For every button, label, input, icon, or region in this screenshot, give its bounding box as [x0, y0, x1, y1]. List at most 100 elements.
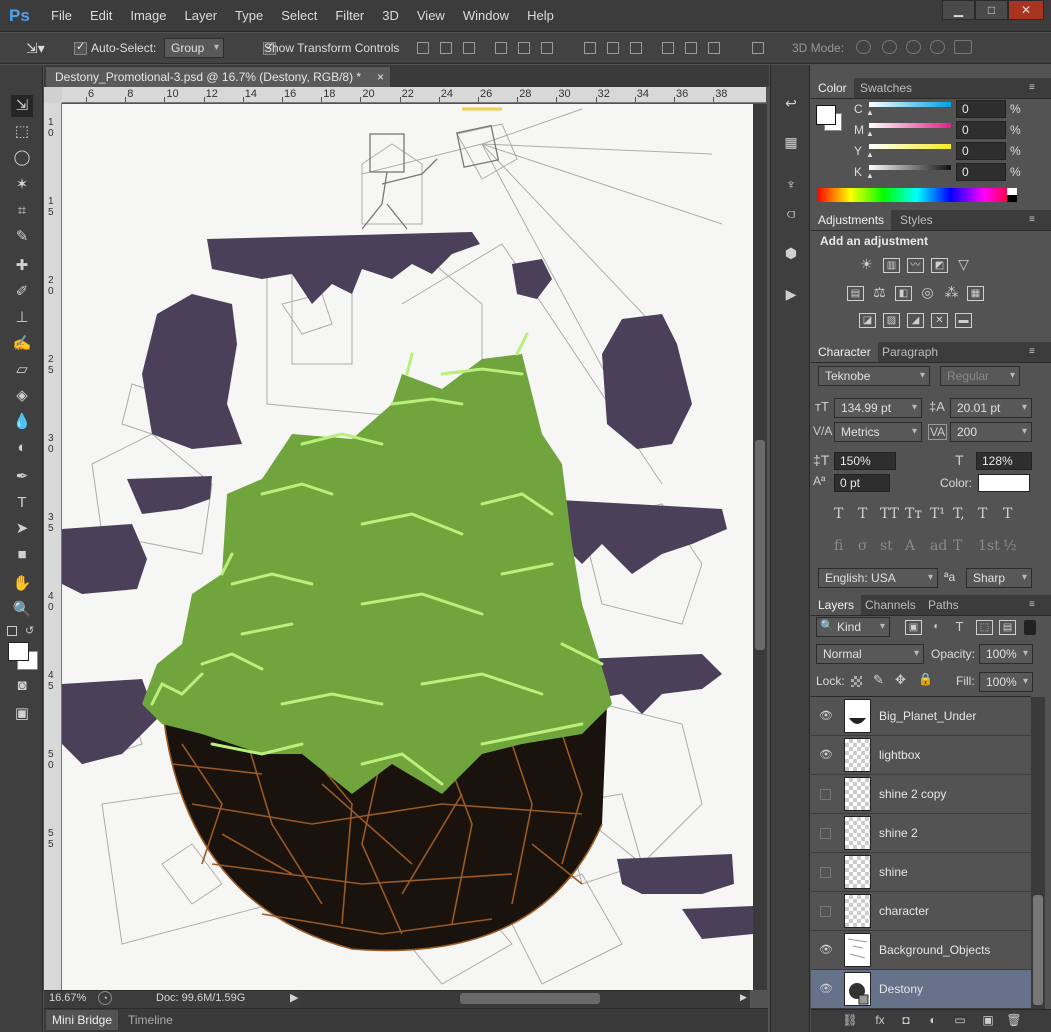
clone-stamp-tool-icon[interactable]: ⊥ — [11, 307, 33, 329]
lock-transparent-icon[interactable] — [851, 676, 862, 687]
type-style-button-4[interactable]: T¹ — [930, 506, 945, 522]
3d-roll-icon[interactable] — [882, 40, 897, 54]
selective-color-icon[interactable]: ✕ — [931, 313, 948, 328]
document-canvas[interactable] — [62, 104, 753, 990]
fill-field[interactable]: 100% — [979, 672, 1033, 692]
distribute-hcenter-icon[interactable] — [685, 42, 697, 54]
path-selection-tool-icon[interactable]: ➤ — [11, 518, 33, 540]
default-colors-icon[interactable] — [7, 626, 17, 636]
type-style-button-6[interactable]: T — [978, 506, 987, 522]
levels-icon[interactable]: ▥ — [883, 258, 900, 273]
history-brush-tool-icon[interactable]: ✍ — [11, 333, 33, 355]
visibility-eye-icon[interactable]: 👁 — [819, 749, 833, 761]
align-right-icon[interactable] — [541, 42, 553, 54]
tab-channels[interactable]: Channels — [858, 595, 923, 615]
black-white-icon[interactable]: ◧ — [895, 286, 912, 301]
visibility-eye-icon[interactable]: 👁 — [819, 710, 833, 722]
antialias-dropdown[interactable]: Sharp — [966, 568, 1032, 588]
menu-window[interactable]: Window — [454, 0, 518, 32]
foreground-color-swatch[interactable] — [8, 642, 29, 661]
layers-footer-icon-0[interactable]: ⛓ — [842, 1012, 858, 1028]
horizontal-scale-field[interactable]: 128% — [976, 452, 1032, 470]
gradient-map-icon[interactable]: ▬ — [955, 313, 972, 328]
blend-mode-dropdown[interactable]: Normal — [816, 644, 924, 664]
rectangle-tool-icon[interactable]: ■ — [11, 544, 33, 566]
align-bottom-icon[interactable] — [463, 42, 475, 54]
healing-brush-tool-icon[interactable]: ✚ — [11, 255, 33, 277]
kerning-dropdown[interactable]: Metrics — [834, 422, 922, 442]
hue-saturation-icon[interactable]: ▤ — [847, 286, 864, 301]
type-style-button-3[interactable]: Tт — [905, 506, 922, 522]
channel-mixer-icon[interactable]: ⁂ — [943, 285, 960, 301]
visibility-toggle-empty[interactable] — [820, 789, 831, 800]
opacity-field[interactable]: 100% — [979, 644, 1033, 664]
type-style-button-2[interactable]: TT — [880, 506, 899, 522]
tab-color[interactable]: Color — [811, 78, 854, 98]
3d-rotate-icon[interactable] — [856, 40, 871, 54]
opentype-button-5[interactable]: T — [953, 538, 962, 554]
swap-colors-icon[interactable]: ↺ — [25, 624, 34, 637]
filter-pixel-icon[interactable]: ▣ — [905, 620, 922, 635]
scroll-right-arrow[interactable]: ▶ — [740, 992, 747, 1003]
quick-mask-icon[interactable]: ◙ — [11, 675, 33, 697]
ruler-origin[interactable] — [44, 87, 62, 103]
marquee-tool-icon[interactable]: ⬚ — [11, 121, 33, 143]
3d-panel-icon[interactable]: ⬢ — [780, 242, 802, 264]
pen-tool-icon[interactable]: ✒ — [11, 466, 33, 488]
color-lookup-icon[interactable]: ▦ — [967, 286, 984, 301]
brush-tool-icon[interactable]: ✐ — [11, 281, 33, 303]
horizontal-ruler[interactable]: 6 8 10 12 14 16 18 20 22 24 26 28 30 32 34 36 38 — [62, 87, 766, 103]
filter-smart-object-icon[interactable]: ▤ — [999, 620, 1016, 635]
brightness-contrast-icon[interactable]: ☀ — [858, 257, 875, 273]
align-vcenter-icon[interactable] — [440, 42, 452, 54]
bw-swatch[interactable] — [1007, 188, 1017, 202]
3d-scale-icon[interactable] — [954, 40, 972, 54]
opentype-button-3[interactable]: A — [905, 538, 915, 554]
layers-footer-icon-4[interactable]: ▭ — [952, 1012, 968, 1028]
eyedropper-tool-icon[interactable]: ✎ — [11, 226, 33, 248]
crop-tool-icon[interactable]: ⌗ — [11, 200, 33, 222]
opentype-button-7[interactable]: ½ — [1003, 538, 1017, 554]
layers-footer-icon-3[interactable]: ◐ — [925, 1012, 941, 1028]
opentype-button-2[interactable]: st — [880, 538, 893, 554]
menu-file[interactable]: File — [42, 0, 81, 32]
filter-toggle-icon[interactable] — [1024, 620, 1036, 635]
visibility-eye-icon[interactable]: 👁 — [819, 983, 833, 995]
menu-filter[interactable]: Filter — [326, 0, 373, 32]
adjustments-panel-menu-icon[interactable]: ≡ — [1029, 214, 1045, 226]
tab-layers[interactable]: Layers — [811, 595, 862, 615]
font-style-dropdown[interactable]: Regular — [940, 366, 1020, 386]
threshold-icon[interactable]: ◢ — [907, 313, 924, 328]
language-dropdown[interactable]: English: USA — [818, 568, 938, 588]
curves-icon[interactable]: 〰 — [907, 258, 924, 273]
properties-panel-icon[interactable]: ▦ — [780, 131, 802, 153]
vibrance-icon[interactable]: ▽ — [955, 257, 972, 273]
invert-icon[interactable]: ◪ — [859, 313, 876, 328]
align-left-icon[interactable] — [495, 42, 507, 54]
text-color-swatch[interactable] — [978, 474, 1030, 492]
screen-mode-icon[interactable]: ▣ — [11, 703, 33, 725]
tab-character[interactable]: Character — [811, 342, 878, 362]
auto-select-dropdown[interactable]: Group — [164, 38, 224, 58]
layers-panel-menu-icon[interactable]: ≡ — [1029, 599, 1045, 611]
lock-image-icon[interactable]: ✎ — [873, 672, 884, 688]
canvas-horizontal-scroll-thumb[interactable] — [460, 993, 600, 1004]
tracking-dropdown[interactable]: 200 — [950, 422, 1032, 442]
filter-type-icon[interactable]: T — [951, 620, 968, 635]
layers-footer-icon-1[interactable]: fx — [872, 1012, 888, 1028]
cmyk-slider-handle[interactable]: ▲ — [866, 129, 874, 138]
distribute-right-icon[interactable] — [708, 42, 720, 54]
visibility-toggle-empty[interactable] — [820, 906, 831, 917]
brush-presets-icon[interactable]: ♆ — [780, 173, 802, 195]
close-tab-icon[interactable]: × — [377, 67, 384, 87]
visibility-toggle-empty[interactable] — [820, 828, 831, 839]
cmyk-slider-handle[interactable]: ▲ — [866, 108, 874, 117]
hand-tool-icon[interactable]: ✋ — [11, 573, 33, 595]
align-top-icon[interactable] — [417, 42, 429, 54]
zoom-level[interactable]: 16.67% — [49, 992, 86, 1004]
tab-timeline[interactable]: Timeline — [122, 1010, 179, 1030]
opentype-button-1[interactable]: σ — [858, 538, 868, 554]
vertical-scale-field[interactable]: 150% — [834, 452, 896, 470]
opentype-button-0[interactable]: fi — [834, 538, 843, 554]
3d-pan-icon[interactable] — [906, 40, 921, 54]
